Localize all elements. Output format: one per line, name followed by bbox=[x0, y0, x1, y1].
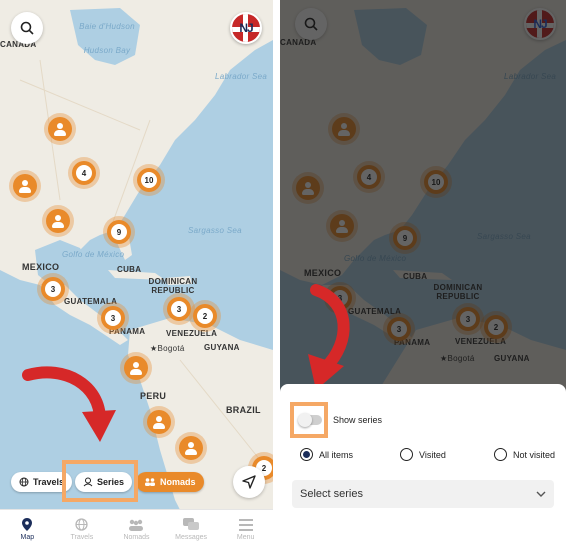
radio-visited[interactable]: Visited bbox=[400, 448, 446, 461]
cluster-marker[interactable]: 10 bbox=[137, 168, 161, 192]
menu-icon bbox=[238, 518, 253, 531]
map-label-venezuela: VENEZUELA bbox=[166, 329, 218, 338]
user-marker[interactable] bbox=[179, 436, 203, 460]
map-label-peru: PERU bbox=[140, 391, 167, 401]
user-marker[interactable] bbox=[124, 356, 148, 380]
map-label-sargasso: Sargasso Sea bbox=[188, 226, 242, 235]
tab-messages[interactable]: Messages bbox=[164, 510, 219, 549]
bottom-tab-bar: Map Travels Nomads Messages Menu bbox=[0, 509, 273, 549]
map-label-cuba: CUBA bbox=[117, 265, 142, 274]
map-pin-icon bbox=[22, 518, 33, 531]
cluster-marker[interactable]: 3 bbox=[101, 306, 125, 330]
map-label-golfo: Golfo de México bbox=[62, 250, 125, 259]
cluster-marker[interactable]: 9 bbox=[107, 220, 131, 244]
search-icon bbox=[20, 21, 34, 35]
map-label-mexico: MEXICO bbox=[22, 262, 60, 272]
nomads-chip[interactable]: Nomads bbox=[136, 472, 204, 492]
map-label-guyana: GUYANA bbox=[204, 343, 240, 352]
nomads-icon bbox=[129, 519, 144, 531]
cluster-marker[interactable]: 4 bbox=[72, 161, 96, 185]
tab-menu[interactable]: Menu bbox=[218, 510, 273, 549]
tab-map[interactable]: Map bbox=[0, 510, 55, 549]
tab-travels[interactable]: Travels bbox=[55, 510, 110, 549]
tab-nomads[interactable]: Nomads bbox=[109, 510, 164, 549]
search-button[interactable] bbox=[11, 12, 43, 44]
cluster-marker[interactable]: 3 bbox=[167, 297, 191, 321]
globe-icon bbox=[19, 477, 29, 487]
map-label-labrador: Labrador Sea bbox=[215, 72, 268, 81]
navigate-icon bbox=[242, 475, 256, 489]
annotation-arrow-left bbox=[22, 366, 116, 442]
map-label-dominican: DOMINICAN REPUBLIC bbox=[148, 277, 198, 295]
screenshot-root: CANADA Baie d'Hudson Hudson Bay Labrador… bbox=[0, 0, 566, 549]
series-select[interactable]: Select series bbox=[292, 480, 554, 508]
user-marker[interactable] bbox=[48, 117, 72, 141]
cluster-marker[interactable]: 2 bbox=[193, 304, 217, 328]
user-marker[interactable] bbox=[46, 209, 70, 233]
user-marker[interactable] bbox=[13, 174, 37, 198]
show-series-label: Show series bbox=[333, 415, 383, 425]
map-label-brazil: BRAZIL bbox=[226, 405, 261, 415]
radio-not-visited[interactable]: Not visited bbox=[494, 448, 555, 461]
cluster-marker[interactable]: 3 bbox=[41, 277, 65, 301]
radio-all-items[interactable]: All items bbox=[300, 448, 353, 461]
series-filter-screen: CANADA Labrador Sea Sargasso Sea Golfo d… bbox=[280, 0, 566, 549]
series-bottom-sheet: Show series All items Visited Not visite… bbox=[280, 384, 566, 549]
messages-icon bbox=[183, 518, 200, 530]
globe-icon bbox=[75, 518, 89, 531]
map-label-guatemala: GUATEMALA bbox=[64, 297, 118, 306]
nomads-icon bbox=[145, 478, 155, 486]
chevron-down-icon bbox=[536, 491, 546, 497]
map-label-baie: Baie d'Hudson bbox=[79, 22, 135, 31]
user-avatar[interactable]: NJ bbox=[230, 12, 262, 44]
show-series-toggle[interactable] bbox=[298, 413, 322, 427]
map-label-bogota: ★Bogotá bbox=[150, 344, 185, 353]
navigate-button[interactable] bbox=[233, 466, 265, 498]
user-marker[interactable] bbox=[147, 410, 171, 434]
map-screen: CANADA Baie d'Hudson Hudson Bay Labrador… bbox=[0, 0, 273, 549]
map-label-hudson: Hudson Bay bbox=[83, 46, 131, 55]
series-highlight-box bbox=[62, 460, 138, 502]
